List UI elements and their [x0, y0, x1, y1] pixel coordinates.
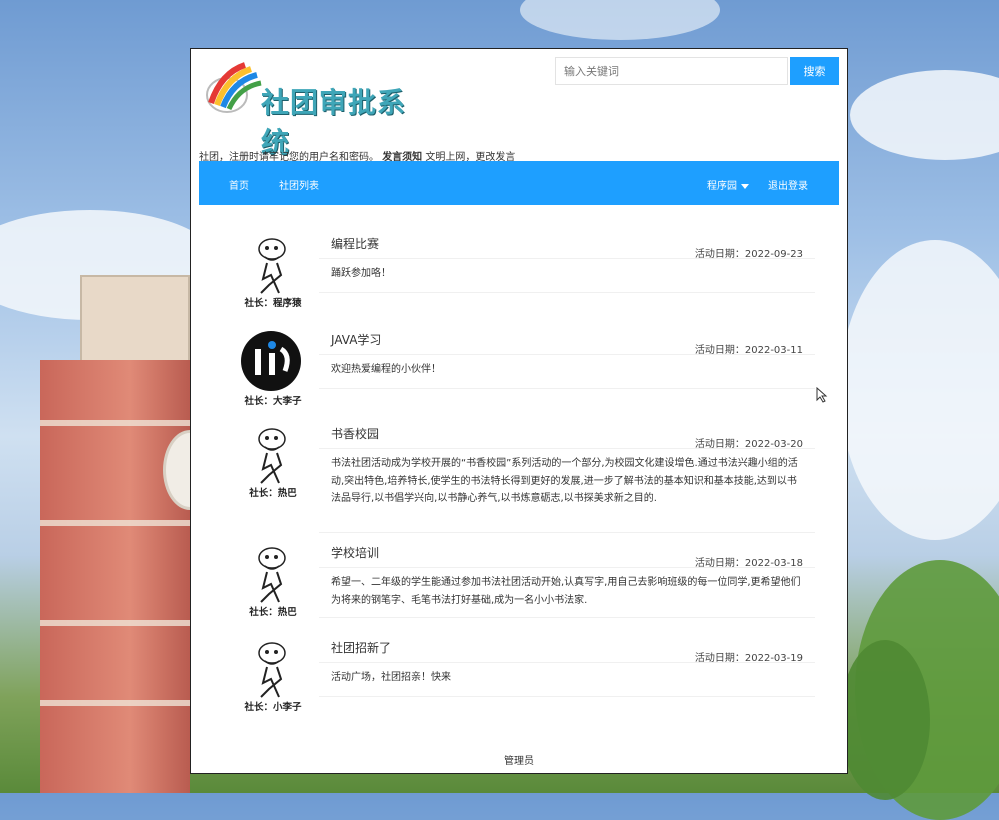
nav-home[interactable]: 首页	[229, 177, 249, 192]
post-header: 学校培训 活动日期：2022-03-18	[319, 544, 815, 569]
post-title[interactable]: 书香校园	[331, 425, 379, 442]
post-header: 社团招新了 活动日期：2022-03-19	[319, 639, 815, 664]
post-content: 希望一、二年级的学生能通过参加书法社团活动开始,认真写字,用自己去影响班级的每一…	[319, 568, 815, 618]
post-date: 活动日期：2022-09-23	[694, 249, 803, 260]
search-button[interactable]: 搜索	[790, 57, 839, 85]
post-title[interactable]: 编程比赛	[331, 235, 379, 252]
post-author: 社长：大李子	[244, 396, 302, 407]
post-content: 欢迎热爱编程的小伙伴！	[319, 355, 815, 389]
post-item: 社长：大李子 JAVA学习 活动日期：2022-03-11 欢迎热爱编程的小伙伴…	[231, 331, 819, 409]
nav-user-menu[interactable]: 程序园	[707, 177, 749, 192]
post-header: 书香校园 活动日期：2022-03-20	[319, 425, 815, 450]
background-tree	[840, 640, 930, 800]
avatar-sketch-icon	[258, 428, 286, 484]
site-logo[interactable]: 社团审批系统	[201, 59, 411, 159]
avatar-sketch-icon	[258, 547, 286, 603]
post-content: 活动广场，社团招亲！快来	[319, 663, 815, 697]
avatar-sketch-icon	[258, 642, 286, 698]
background-building	[80, 275, 190, 370]
search-input[interactable]	[555, 57, 788, 85]
post-date: 活动日期：2022-03-19	[694, 653, 803, 664]
post-header: JAVA学习 活动日期：2022-03-11	[319, 331, 815, 356]
top-navbar: 首页 社团列表 程序园 退出登录	[199, 161, 839, 205]
main-panel: 社团审批系统 搜索 社团，注册时请牢记您的用户名和密码。 发言须知 文明上网，更…	[190, 48, 848, 774]
background-cloud	[850, 70, 999, 160]
post-item: 社长：热巴 书香校园 活动日期：2022-03-20 书法社团活动成为学校开展的…	[231, 425, 819, 535]
post-author: 社长：程序猿	[244, 298, 302, 309]
post-item: 社长：程序猿 编程比赛 活动日期：2022-09-23 踊跃参加咯！	[231, 235, 819, 313]
nav-logout[interactable]: 退出登录	[768, 177, 808, 192]
post-date: 活动日期：2022-03-11	[694, 345, 803, 356]
background-stripe	[40, 420, 190, 426]
post-author: 社长：热巴	[249, 607, 297, 618]
background-stripe	[40, 520, 190, 526]
background-cloud	[520, 0, 720, 40]
avatar-sketch-icon	[258, 238, 286, 294]
background-stripe	[40, 700, 190, 706]
post-header: 编程比赛 活动日期：2022-09-23	[319, 235, 815, 260]
post-content: 书法社团活动成为学校开展的“书香校园”系列活动的一个部分,为校园文化建设增色.通…	[319, 449, 815, 533]
post-author: 社长：热巴	[249, 488, 297, 499]
post-title[interactable]: 学校培训	[331, 544, 379, 561]
caret-down-icon	[741, 183, 749, 189]
post-item: 社长：热巴 学校培训 活动日期：2022-03-18 希望一、二年级的学生能通过…	[231, 544, 819, 624]
post-date: 活动日期：2022-03-18	[694, 558, 803, 569]
nav-user-label: 程序园	[707, 181, 737, 192]
nav-club-list[interactable]: 社团列表	[279, 177, 319, 192]
mouse-cursor-icon	[816, 387, 828, 403]
background-cloud	[840, 240, 999, 540]
avatar-logo-icon	[241, 331, 301, 391]
post-title[interactable]: 社团招新了	[331, 639, 391, 656]
post-item: 社长：小李子 社团招新了 活动日期：2022-03-19 活动广场，社团招亲！快…	[231, 639, 819, 719]
post-date: 活动日期：2022-03-20	[694, 439, 803, 450]
post-title[interactable]: JAVA学习	[331, 331, 381, 348]
background-stripe	[40, 620, 190, 626]
footer-admin[interactable]: 管理员	[191, 752, 847, 767]
post-content: 踊跃参加咯！	[319, 259, 815, 293]
post-author: 社长：小李子	[244, 702, 302, 713]
